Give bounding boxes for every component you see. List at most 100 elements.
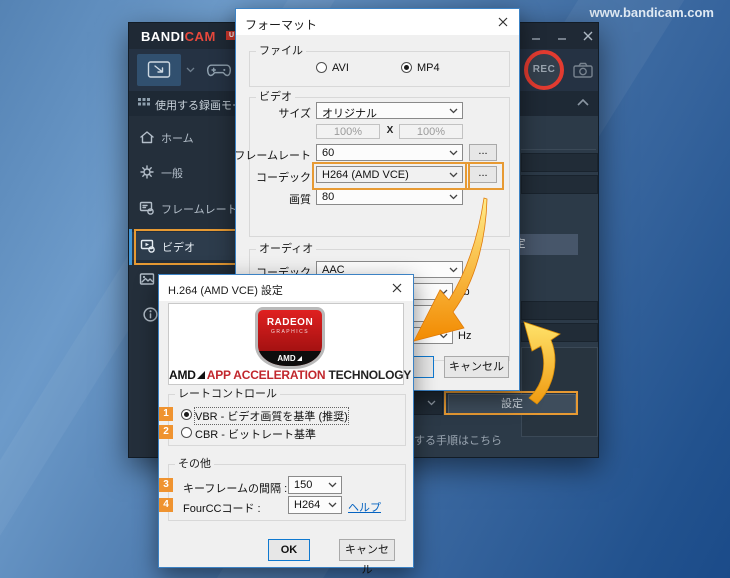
group-label: レートコントロール bbox=[175, 388, 280, 400]
partial-field[interactable] bbox=[521, 323, 598, 342]
scale-separator: X bbox=[386, 125, 394, 136]
sidebar-item-label: ホーム bbox=[161, 133, 194, 145]
dialog-title: H.264 (AMD VCE) 設定 bbox=[168, 285, 283, 297]
amd-arrow-icon bbox=[196, 371, 205, 379]
image-icon bbox=[139, 271, 155, 287]
sidebar-item-framerate[interactable]: フレームレート bbox=[129, 196, 238, 222]
framerate-value: 60 bbox=[322, 147, 335, 159]
sidebar-item-label: 一般 bbox=[161, 168, 183, 180]
minimize-to-tray-button[interactable] bbox=[553, 28, 571, 44]
group-label: ファイル bbox=[256, 45, 306, 57]
close-icon[interactable] bbox=[579, 28, 597, 44]
logo-cam: CAM bbox=[184, 29, 216, 44]
quality-label: 画質 bbox=[289, 194, 311, 206]
size-dropdown[interactable]: オリジナル bbox=[316, 102, 463, 119]
group-label: オーディオ bbox=[256, 243, 317, 255]
fourcc-dropdown[interactable]: H264 bbox=[288, 496, 342, 514]
help-link[interactable]: ヘルプ bbox=[348, 499, 381, 515]
size-value: オリジナル bbox=[322, 108, 377, 119]
amd-tagline: AMD APP ACCELERATION TECHNOLOGY bbox=[169, 368, 411, 382]
settings-button[interactable]: 設定 bbox=[448, 394, 576, 414]
step-badge-3: 3 bbox=[159, 478, 173, 492]
ok-button[interactable]: OK bbox=[268, 539, 310, 561]
tagline-red: APP ACCELERATION bbox=[206, 368, 326, 382]
step-badge-4: 4 bbox=[159, 498, 173, 512]
collapse-chevron-icon[interactable] bbox=[577, 99, 589, 106]
frequency-unit: Hz bbox=[458, 330, 472, 342]
bandicam-logo: BANDICAM bbox=[141, 29, 216, 44]
gear-icon bbox=[139, 164, 155, 180]
partial-panel bbox=[521, 347, 598, 437]
cbr-radio-label[interactable]: CBR - ビットレート基準 bbox=[195, 426, 316, 442]
tagline-black: TECHNOLOGY bbox=[328, 368, 412, 382]
logo-bandi: BANDI bbox=[141, 29, 185, 44]
shield-brand: AMD bbox=[277, 354, 296, 363]
cancel-button[interactable]: キャンセル bbox=[339, 539, 395, 576]
bitrate-unit: kb bbox=[458, 286, 470, 298]
close-icon[interactable] bbox=[494, 14, 512, 30]
framerate-more-button[interactable]: ... bbox=[469, 144, 497, 161]
chevron-down-icon[interactable] bbox=[186, 67, 195, 73]
codec-dropdown[interactable]: H264 (AMD VCE) bbox=[316, 166, 463, 183]
screen-recording-mode-button[interactable] bbox=[137, 54, 181, 86]
codec-value: H264 (AMD VCE) bbox=[322, 169, 409, 181]
sidebar-item-home[interactable]: ホーム bbox=[129, 125, 236, 151]
framerate-label: フレームレート bbox=[234, 150, 311, 162]
framerate-icon bbox=[139, 200, 155, 216]
avi-radio-label[interactable]: AVI bbox=[332, 62, 349, 74]
dialog-title: フォーマット bbox=[245, 18, 318, 32]
partial-field[interactable] bbox=[521, 301, 598, 320]
framerate-dropdown[interactable]: 60 bbox=[316, 144, 463, 161]
codec-settings-dialog: H.264 (AMD VCE) 設定 RADEON GRAPHICS AMD A… bbox=[158, 274, 414, 576]
partial-field[interactable] bbox=[521, 153, 598, 172]
codec-more-button[interactable]: ... bbox=[469, 166, 497, 183]
shield-amd-band: AMD bbox=[258, 351, 322, 366]
file-group: ファイル bbox=[249, 45, 510, 87]
fourcc-label: FourCCコード : bbox=[183, 503, 261, 515]
rec-label: REC bbox=[532, 64, 556, 75]
radeon-shield-logo: RADEON GRAPHICS AMD bbox=[255, 307, 325, 369]
minimize-button[interactable] bbox=[527, 28, 545, 44]
fourcc-value: H264 bbox=[294, 499, 321, 511]
vbr-radio[interactable] bbox=[181, 409, 192, 420]
tagline-brand: AMD bbox=[169, 368, 196, 382]
vbr-radio-label[interactable]: VBR - ビデオ画質を基準 (推奨) bbox=[194, 407, 349, 425]
group-label: その他 bbox=[175, 458, 214, 470]
rec-button[interactable]: REC bbox=[524, 50, 564, 90]
size-label: サイズ bbox=[278, 108, 311, 120]
step-badge-1: 1 bbox=[159, 407, 173, 421]
partial-field[interactable] bbox=[521, 175, 598, 194]
shield-subtitle: GRAPHICS bbox=[270, 329, 310, 335]
mp4-radio[interactable] bbox=[401, 62, 412, 73]
quality-dropdown[interactable]: 80 bbox=[316, 188, 463, 205]
dialog-title-bar: H.264 (AMD VCE) 設定 bbox=[159, 275, 413, 301]
amd-arrow-icon bbox=[296, 356, 302, 361]
avi-radio[interactable] bbox=[316, 62, 327, 73]
mp4-radio-label[interactable]: MP4 bbox=[417, 62, 440, 74]
cancel-button[interactable]: キャンセル bbox=[444, 356, 509, 378]
sidebar-item-video[interactable]: ビデオ bbox=[132, 232, 236, 260]
divider bbox=[521, 149, 596, 150]
camera-icon[interactable] bbox=[573, 62, 593, 78]
close-icon[interactable] bbox=[388, 280, 406, 296]
quality-value: 80 bbox=[322, 191, 335, 203]
scale-width-field[interactable]: 100% bbox=[316, 124, 380, 139]
keyframe-dropdown[interactable]: 150 bbox=[288, 476, 342, 494]
shield-title: RADEON bbox=[266, 317, 314, 328]
tutorial-link[interactable]: する手順はこちら bbox=[414, 432, 502, 448]
desktop: www.bandicam.com BANDICAM UNREGIS REC 使用… bbox=[0, 0, 730, 578]
info-icon bbox=[142, 306, 159, 323]
sidebar-item-general[interactable]: 一般 bbox=[129, 160, 236, 186]
step-badge-2: 2 bbox=[159, 425, 173, 439]
cbr-radio[interactable] bbox=[181, 427, 192, 438]
sidebar-item-label: ビデオ bbox=[162, 242, 195, 254]
codec-label: コーデック bbox=[256, 172, 311, 184]
group-label: ビデオ bbox=[256, 91, 295, 103]
keyframe-value: 150 bbox=[294, 479, 313, 491]
video-icon bbox=[140, 238, 156, 254]
dialog-title-bar: フォーマット bbox=[236, 9, 519, 35]
scale-height-field[interactable]: 100% bbox=[399, 124, 463, 139]
grid-icon bbox=[138, 98, 150, 110]
home-icon bbox=[139, 129, 155, 145]
amd-banner: RADEON GRAPHICS AMD AMD APP ACCELERATION … bbox=[168, 303, 411, 385]
